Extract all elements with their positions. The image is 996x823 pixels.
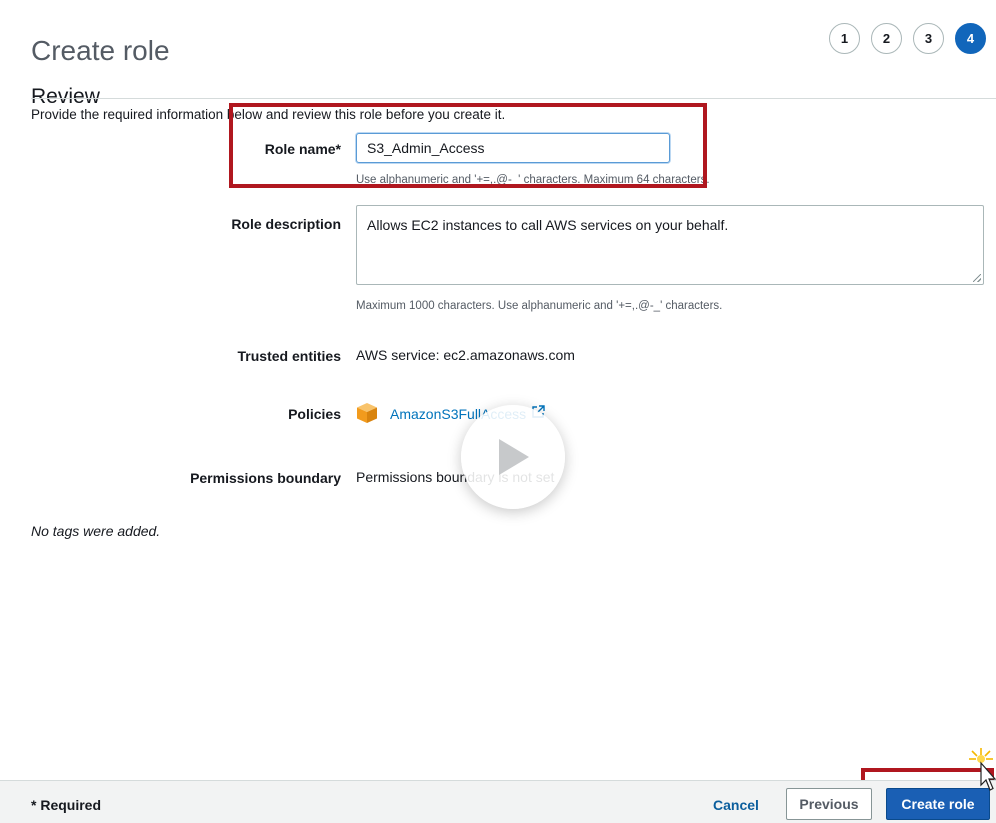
play-icon bbox=[499, 439, 529, 475]
trusted-entities-label: Trusted entities bbox=[237, 348, 341, 364]
role-description-textarea[interactable]: Allows EC2 instances to call AWS service… bbox=[356, 205, 984, 285]
page-title: Create role bbox=[31, 34, 170, 66]
role-name-label: Role name* bbox=[264, 141, 341, 157]
step-1: 1 bbox=[829, 23, 860, 54]
wizard-steps: 1 2 3 4 bbox=[829, 23, 986, 54]
video-play-button[interactable] bbox=[461, 405, 565, 509]
step-3: 3 bbox=[913, 23, 944, 54]
policy-package-icon bbox=[357, 403, 377, 423]
role-description-hint: Maximum 1000 characters. Use alphanumeri… bbox=[356, 300, 723, 312]
no-tags-note: No tags were added. bbox=[31, 523, 161, 539]
section-divider bbox=[31, 98, 996, 99]
permissions-boundary-label: Permissions boundary bbox=[190, 470, 341, 486]
trusted-entities-value: AWS service: ec2.amazonaws.com bbox=[356, 347, 575, 363]
step-2: 2 bbox=[871, 23, 902, 54]
role-name-hint: Use alphanumeric and '+=,.@-_' character… bbox=[356, 174, 710, 186]
previous-button[interactable]: Previous bbox=[786, 788, 872, 820]
required-note: * Required bbox=[31, 797, 102, 813]
cancel-button[interactable]: Cancel bbox=[713, 797, 759, 813]
role-name-input[interactable] bbox=[356, 133, 670, 163]
role-description-label: Role description bbox=[231, 216, 341, 232]
intro-text: Provide the required information below a… bbox=[31, 107, 506, 122]
step-4-active: 4 bbox=[955, 23, 986, 54]
resize-grip-icon[interactable] bbox=[973, 274, 981, 282]
policies-label: Policies bbox=[288, 406, 341, 422]
role-description-text: Allows EC2 instances to call AWS service… bbox=[367, 217, 729, 233]
pointer-cursor-icon bbox=[969, 748, 996, 791]
